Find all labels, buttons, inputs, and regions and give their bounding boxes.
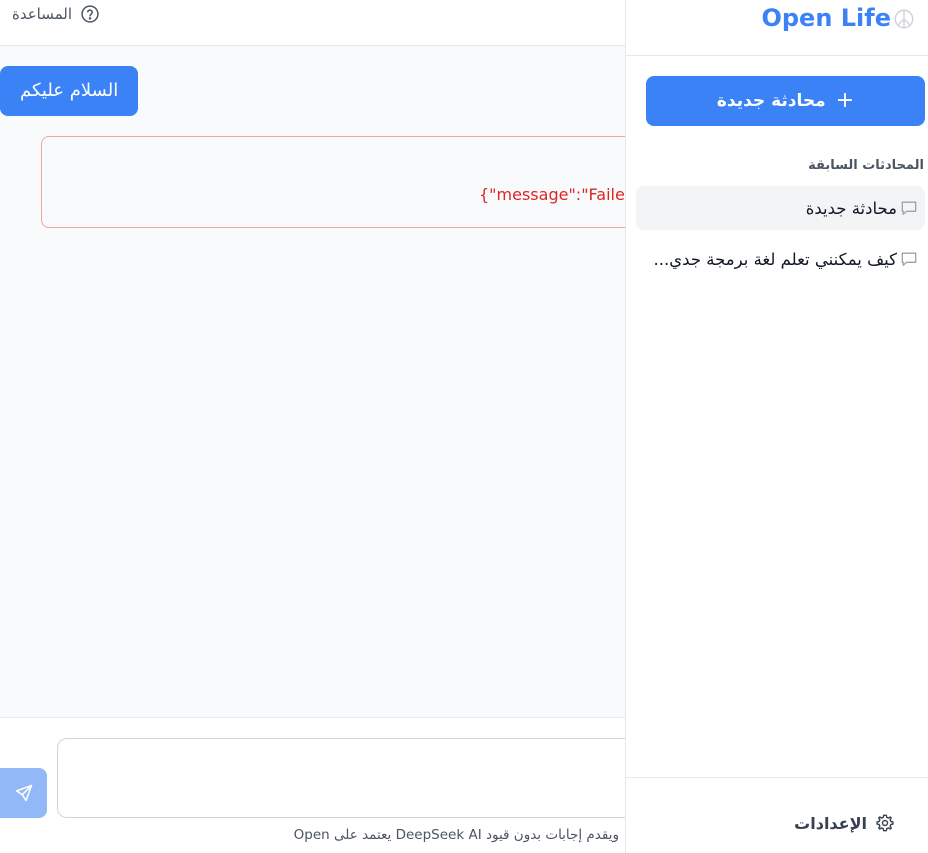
send-button[interactable] (0, 768, 47, 818)
send-icon (15, 784, 32, 802)
settings-link[interactable]: الإعدادات (794, 813, 895, 833)
chat-bubble-icon (901, 201, 917, 215)
new-chat-label: محادثة جديدة (716, 91, 826, 111)
chat-main: المساعدة السلام عليكم {"message":"Failed… (0, 0, 657, 853)
error-message-box: {"message":"Failed (41, 136, 641, 228)
help-label: المساعدة (12, 5, 73, 23)
user-message-bubble: السلام عليكم (0, 66, 139, 116)
settings-label: الإعدادات (794, 813, 867, 833)
conversation-label: كيف يمكنني تعلم لغة برمجة جدي... (653, 249, 897, 269)
help-icon (81, 5, 99, 23)
gear-icon (876, 814, 894, 832)
sidebar-footer: الإعدادات (626, 777, 928, 853)
brand-title: Open Life (761, 4, 891, 32)
sidebar: Open Life + محادثة جديدة المحادثات الساب… (625, 0, 928, 853)
footer-note: Open يعتمد على DeepSeek AI ويقدم إجابات … (293, 827, 619, 843)
app-window: المساعدة السلام عليكم {"message":"Failed… (0, 0, 928, 853)
top-bar: المساعدة (0, 0, 625, 46)
error-text: {"message":"Failed (479, 185, 635, 204)
conversation-item[interactable]: محادثة جديدة (636, 186, 925, 230)
help-link[interactable]: المساعدة (12, 4, 100, 24)
new-chat-button[interactable]: + محادثة جديدة (646, 76, 925, 126)
conversation-label: محادثة جديدة (805, 198, 897, 218)
plus-icon: + (835, 88, 855, 113)
chat-messages: السلام عليكم {"message":"Failed (0, 46, 641, 718)
chat-bubble-icon (901, 252, 917, 266)
conversation-item[interactable]: كيف يمكنني تعلم لغة برمجة جدي... (636, 237, 925, 281)
sidebar-header: Open Life (626, 0, 928, 56)
message-input[interactable] (57, 738, 657, 818)
brand-icon (894, 9, 914, 29)
composer: Open يعتمد على DeepSeek AI ويقدم إجابات … (0, 719, 657, 853)
previous-conversations-title: المحادثات السابقة (808, 158, 924, 173)
